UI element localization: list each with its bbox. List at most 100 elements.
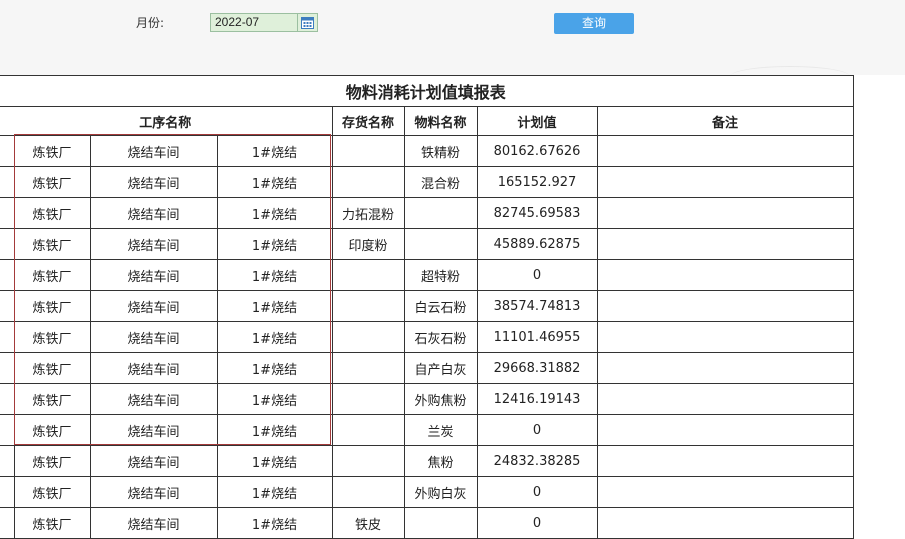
cell-material: 焦粉 <box>403 445 478 477</box>
cell-plant: 炼铁厂 <box>13 383 91 415</box>
month-label: 月份: <box>136 16 165 30</box>
cell-inventory[interactable] <box>331 135 405 167</box>
cell-inventory[interactable] <box>331 321 405 353</box>
cell-remark[interactable] <box>596 507 854 539</box>
row-edge-cell <box>0 228 15 260</box>
cell-workshop: 烧结车间 <box>89 135 218 167</box>
table-row: 炼铁厂 烧结车间 1#烧结 混合粉 165152.927 <box>0 166 854 198</box>
cell-workshop: 烧结车间 <box>89 476 218 508</box>
cell-plant: 炼铁厂 <box>13 476 91 508</box>
cell-remark[interactable] <box>596 135 854 167</box>
cell-inventory[interactable] <box>331 445 405 477</box>
header-inventory-name: 存货名称 <box>331 106 405 136</box>
cell-material: 自产白灰 <box>403 352 478 384</box>
cell-remark[interactable] <box>596 352 854 384</box>
cell-plan-value[interactable]: 0 <box>476 507 598 539</box>
cell-workshop: 烧结车间 <box>89 383 218 415</box>
cell-remark[interactable] <box>596 166 854 198</box>
row-edge-cell <box>0 321 15 353</box>
calendar-button[interactable] <box>298 13 318 32</box>
cell-plant: 炼铁厂 <box>13 228 91 260</box>
cell-inventory[interactable]: 铁皮 <box>331 507 405 539</box>
cell-process: 1#烧结 <box>216 135 333 167</box>
cell-plan-value[interactable]: 0 <box>476 414 598 446</box>
cell-inventory[interactable] <box>331 290 405 322</box>
row-edge-cell <box>0 166 15 198</box>
cell-remark[interactable] <box>596 228 854 260</box>
cell-plant: 炼铁厂 <box>13 445 91 477</box>
cell-remark[interactable] <box>596 414 854 446</box>
cell-material: 外购白灰 <box>403 476 478 508</box>
cell-process: 1#烧结 <box>216 507 333 539</box>
table-row: 炼铁厂 烧结车间 1#烧结 印度粉 45889.62875 <box>0 228 854 260</box>
cell-plan-value[interactable]: 29668.31882 <box>476 352 598 384</box>
cell-plan-value[interactable]: 12416.19143 <box>476 383 598 415</box>
cell-inventory[interactable] <box>331 414 405 446</box>
cell-workshop: 烧结车间 <box>89 321 218 353</box>
cell-process: 1#烧结 <box>216 476 333 508</box>
cell-plan-value[interactable]: 0 <box>476 476 598 508</box>
cell-plan-value[interactable]: 45889.62875 <box>476 228 598 260</box>
cell-remark[interactable] <box>596 197 854 229</box>
cell-remark[interactable] <box>596 290 854 322</box>
cell-process: 1#烧结 <box>216 321 333 353</box>
cell-process: 1#烧结 <box>216 352 333 384</box>
cell-inventory[interactable] <box>331 383 405 415</box>
cell-process: 1#烧结 <box>216 197 333 229</box>
header-process-name: 工序名称 <box>0 106 333 136</box>
cell-plan-value[interactable]: 82745.69583 <box>476 197 598 229</box>
query-button[interactable]: 查询 <box>554 13 634 34</box>
cell-plan-value[interactable]: 11101.46955 <box>476 321 598 353</box>
cell-process: 1#烧结 <box>216 414 333 446</box>
cell-inventory[interactable] <box>331 352 405 384</box>
row-edge-cell <box>0 476 15 508</box>
cell-inventory[interactable]: 印度粉 <box>331 228 405 260</box>
cell-material <box>403 197 478 229</box>
cell-inventory[interactable] <box>331 166 405 198</box>
table-row: 炼铁厂 烧结车间 1#烧结 铁精粉 80162.67626 <box>0 135 854 167</box>
cell-plant: 炼铁厂 <box>13 321 91 353</box>
cell-process: 1#烧结 <box>216 290 333 322</box>
row-edge-cell <box>0 197 15 229</box>
cell-workshop: 烧结车间 <box>89 352 218 384</box>
cell-plant: 炼铁厂 <box>13 166 91 198</box>
cell-process: 1#烧结 <box>216 383 333 415</box>
row-edge-cell <box>0 290 15 322</box>
cell-plan-value[interactable]: 80162.67626 <box>476 135 598 167</box>
cell-remark[interactable] <box>596 445 854 477</box>
cell-plant: 炼铁厂 <box>13 414 91 446</box>
query-toolbar: 月份: 2022-07 查询 <box>0 0 905 75</box>
cell-plan-value[interactable]: 38574.74813 <box>476 290 598 322</box>
cell-process: 1#烧结 <box>216 259 333 291</box>
table-row: 炼铁厂 烧结车间 1#烧结 石灰石粉 11101.46955 <box>0 321 854 353</box>
report-title: 物料消耗计划值填报表 <box>0 75 854 107</box>
cell-remark[interactable] <box>596 383 854 415</box>
cell-remark[interactable] <box>596 321 854 353</box>
table-row: 炼铁厂 烧结车间 1#烧结 焦粉 24832.38285 <box>0 445 854 477</box>
cell-workshop: 烧结车间 <box>89 414 218 446</box>
row-edge-cell <box>0 507 15 539</box>
cell-plant: 炼铁厂 <box>13 197 91 229</box>
cell-plan-value[interactable]: 165152.927 <box>476 166 598 198</box>
month-input[interactable]: 2022-07 <box>210 13 298 32</box>
cell-workshop: 烧结车间 <box>89 290 218 322</box>
cell-material <box>403 228 478 260</box>
row-edge-cell <box>0 259 15 291</box>
table-row: 炼铁厂 烧结车间 1#烧结 自产白灰 29668.31882 <box>0 352 854 384</box>
cell-remark[interactable] <box>596 259 854 291</box>
cell-process: 1#烧结 <box>216 445 333 477</box>
header-row: 工序名称 存货名称 物料名称 计划值 备注 <box>0 106 854 136</box>
cell-inventory[interactable] <box>331 476 405 508</box>
cell-material: 超特粉 <box>403 259 478 291</box>
table-row: 炼铁厂 烧结车间 1#烧结 力拓混粉 82745.69583 <box>0 197 854 229</box>
cell-plant: 炼铁厂 <box>13 352 91 384</box>
cell-material: 混合粉 <box>403 166 478 198</box>
cell-inventory[interactable]: 力拓混粉 <box>331 197 405 229</box>
cell-plan-value[interactable]: 0 <box>476 259 598 291</box>
cell-remark[interactable] <box>596 476 854 508</box>
table-row: 炼铁厂 烧结车间 1#烧结 外购白灰 0 <box>0 476 854 508</box>
cell-plan-value[interactable]: 24832.38285 <box>476 445 598 477</box>
cell-plant: 炼铁厂 <box>13 507 91 539</box>
cell-inventory[interactable] <box>331 259 405 291</box>
cell-workshop: 烧结车间 <box>89 228 218 260</box>
